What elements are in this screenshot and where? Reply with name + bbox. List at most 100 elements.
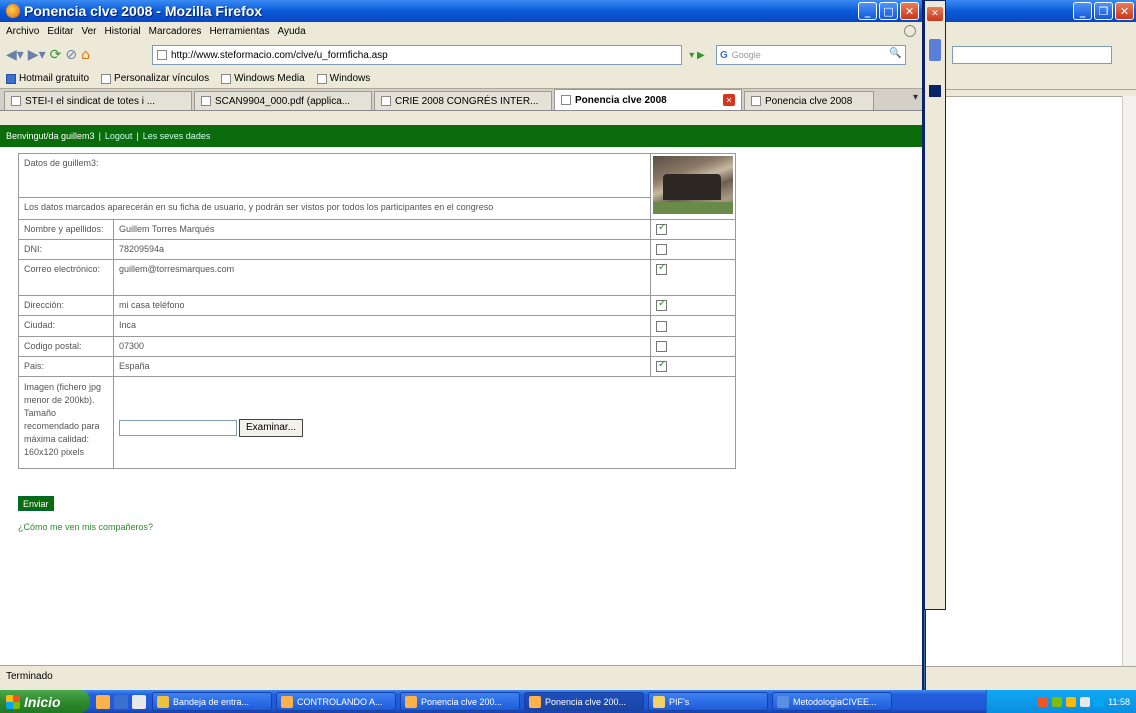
page-icon: [201, 96, 211, 106]
google-icon[interactable]: G: [720, 50, 728, 61]
task-pifs[interactable]: PIF's: [648, 692, 768, 711]
my-data-link[interactable]: Les seves dades: [143, 131, 211, 141]
tab-label: CRIE 2008 CONGRÉS INTER...: [395, 95, 539, 107]
scrollbar-thumb[interactable]: [929, 85, 941, 97]
close-icon[interactable]: ✕: [900, 2, 919, 20]
browse-button[interactable]: Examinar...: [239, 418, 304, 437]
clock[interactable]: 11:58: [1108, 697, 1130, 707]
tab-crie[interactable]: CRIE 2008 CONGRÉS INTER...: [374, 91, 552, 110]
city-visible-checkbox[interactable]: [656, 320, 667, 332]
forward-icon[interactable]: ▶▾: [28, 47, 46, 63]
name-visible-checkbox[interactable]: [656, 222, 667, 236]
minimize-icon[interactable]: _: [1073, 2, 1092, 20]
status-bar: Terminado: [0, 665, 922, 687]
explorer-quicklaunch-icon[interactable]: [132, 694, 146, 709]
city-field[interactable]: Inca: [113, 315, 651, 337]
background-window-titlebar[interactable]: _ ❐ ✕: [926, 0, 1136, 22]
task-ponencia-2[interactable]: Ponencia clve 200...: [524, 692, 644, 711]
dni-visible-checkbox[interactable]: [656, 244, 667, 256]
postal-code-field[interactable]: 07300: [113, 335, 651, 357]
menu-ayuda[interactable]: Ayuda: [277, 26, 305, 37]
close-tab-icon[interactable]: ✕: [723, 94, 735, 106]
menu-editar[interactable]: Editar: [47, 26, 73, 37]
tab-label: Ponencia clve 2008: [575, 94, 667, 106]
email-visible-checkbox[interactable]: [656, 262, 667, 276]
tab-list-icon[interactable]: ▾: [913, 92, 918, 103]
desktop-quicklaunch-icon[interactable]: [114, 694, 128, 709]
volume-icon[interactable]: [1094, 696, 1105, 707]
tab-ponencia[interactable]: Ponencia clve 2008: [744, 91, 874, 110]
bookmark-personalizar[interactable]: Personalizar vínculos: [101, 73, 209, 84]
network-icon[interactable]: [1080, 696, 1091, 707]
country-field[interactable]: España: [113, 355, 651, 377]
tab-label: STEI-I el sindicat de totes i ...: [25, 95, 156, 107]
word-icon: [777, 695, 789, 708]
go-icon[interactable]: ▾ ▶: [682, 45, 712, 65]
search-input[interactable]: G Google 🔍: [716, 45, 906, 65]
maximize-icon[interactable]: □: [879, 2, 898, 20]
background-search-input[interactable]: [952, 46, 1112, 64]
email-field[interactable]: guillem@torresmarques.com: [113, 259, 651, 297]
bookmark-windows-media[interactable]: Windows Media: [221, 73, 305, 84]
firefox-quicklaunch-icon[interactable]: [96, 694, 110, 709]
menu-marcadores[interactable]: Marcadores: [149, 26, 202, 37]
search-icon[interactable]: 🔍: [889, 48, 903, 62]
field-label: Ciudad:: [18, 315, 114, 337]
menu-herramientas[interactable]: Herramientas: [209, 26, 269, 37]
system-tray: 11:58: [986, 690, 1136, 713]
tray-icon[interactable]: [1038, 696, 1049, 707]
task-label: MetodologiaCIVEE...: [793, 696, 877, 707]
menu-ver[interactable]: Ver: [81, 26, 96, 37]
dni-field[interactable]: 78209594a: [113, 239, 651, 261]
task-bandeja[interactable]: Bandeja de entra...: [152, 692, 272, 711]
restore-icon[interactable]: ❐: [1094, 2, 1113, 20]
menu-archivo[interactable]: Archivo: [6, 26, 39, 37]
tray-icon[interactable]: [1052, 696, 1063, 707]
stop-icon[interactable]: ⊘: [65, 47, 77, 63]
submit-button[interactable]: Enviar: [18, 496, 54, 511]
separator: |: [98, 131, 101, 141]
url-bar[interactable]: http://www.steformacio.com/clve/u_formfi…: [152, 45, 682, 65]
table-row: Imagen (fichero jpg menor de 200kb). Tam…: [18, 375, 736, 469]
table-row: Pais: España: [18, 355, 736, 377]
tray-icon[interactable]: [1066, 696, 1077, 707]
tab-ponencia-active[interactable]: Ponencia clve 2008 ✕: [554, 89, 742, 110]
peers-view-link[interactable]: ¿Cómo me ven mis compañeros?: [18, 522, 153, 532]
table-row: Ciudad: Inca: [18, 315, 736, 337]
separator: |: [136, 131, 139, 141]
quick-launch: [90, 694, 152, 709]
background-scrollbar[interactable]: [1122, 96, 1136, 666]
bookmark-windows[interactable]: Windows: [316, 73, 370, 84]
field-label: Correo electrónico:: [18, 259, 114, 297]
back-icon[interactable]: ◀▾: [6, 47, 24, 63]
close-icon[interactable]: ✕: [927, 7, 943, 21]
outlook-icon: [157, 695, 169, 708]
task-metodologia[interactable]: MetodologiaCIVEE...: [772, 692, 892, 711]
address-visible-checkbox[interactable]: [656, 298, 667, 312]
window-titlebar[interactable]: Ponencia clve 2008 - Mozilla Firefox _ □…: [0, 0, 922, 22]
hotmail-icon: [6, 73, 16, 84]
table-row: Dirección: mi casa teléfono: [18, 295, 736, 317]
photo-cell: [650, 153, 736, 220]
tab-scan-pdf[interactable]: SCAN9904_000.pdf (applica...: [194, 91, 372, 110]
task-ponencia-1[interactable]: Ponencia clve 200...: [400, 692, 520, 711]
name-field[interactable]: Guillem Torres Marqués: [113, 218, 651, 241]
menu-historial[interactable]: Historial: [105, 26, 141, 37]
notice-text: Los datos marcados aparecerán en su fich…: [24, 202, 494, 212]
country-visible-checkbox[interactable]: [656, 359, 667, 372]
start-button[interactable]: Inicio: [0, 690, 90, 713]
task-controlando[interactable]: CONTROLANDO A...: [276, 692, 396, 711]
logout-link[interactable]: Logout: [105, 131, 133, 141]
bookmark-label: Hotmail gratuito: [19, 73, 90, 84]
address-field[interactable]: mi casa teléfono: [113, 295, 651, 317]
home-icon[interactable]: ⌂: [81, 47, 90, 63]
close-icon[interactable]: ✕: [1115, 2, 1134, 20]
tab-stei[interactable]: STEI-I el sindicat de totes i ...: [4, 91, 192, 110]
reload-icon[interactable]: ⟳: [50, 47, 62, 63]
minimize-icon[interactable]: _: [858, 2, 877, 20]
file-input[interactable]: [119, 419, 237, 436]
postal-code-visible-checkbox[interactable]: [656, 340, 667, 352]
task-label: CONTROLANDO A...: [297, 696, 383, 707]
scrollbar-handle[interactable]: [929, 39, 941, 61]
bookmark-hotmail[interactable]: Hotmail gratuito: [6, 73, 89, 84]
